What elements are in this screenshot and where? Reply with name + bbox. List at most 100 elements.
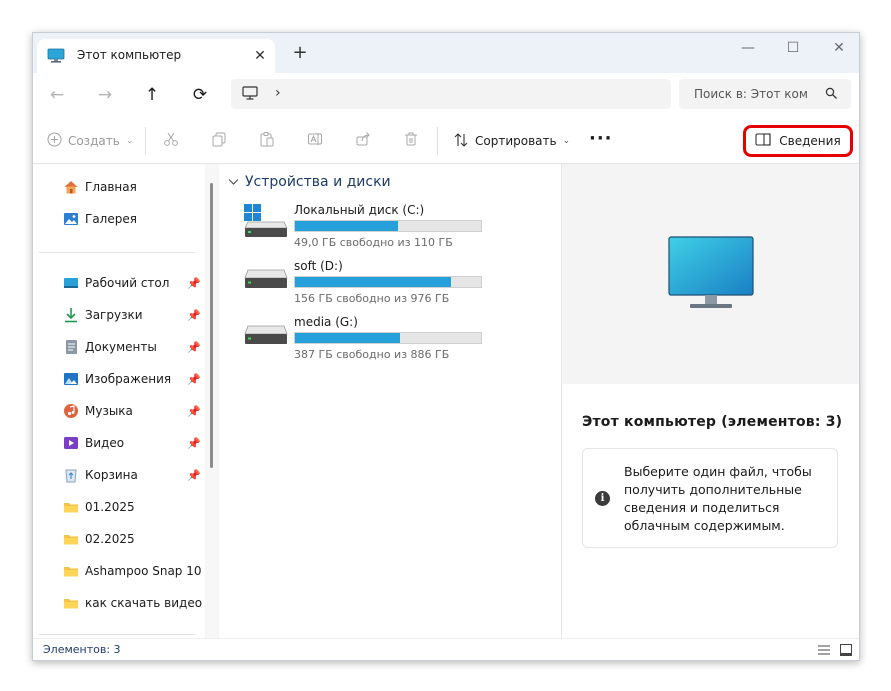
- details-title: Этот компьютер (элементов: 3): [582, 414, 843, 430]
- sidebar-item-label: Загрузки: [85, 308, 143, 322]
- drive-free-space: 156 ГБ свободно из 976 ГБ: [294, 292, 450, 305]
- sidebar-item-documents[interactable]: Документы: [63, 336, 203, 358]
- sidebar-divider: [39, 252, 195, 253]
- close-window-button[interactable]: ✕: [819, 37, 859, 59]
- rename-icon[interactable]: [307, 131, 323, 151]
- home-icon: [63, 179, 79, 195]
- hard-drive-icon: [244, 316, 288, 353]
- recycle-bin-icon: [63, 467, 79, 483]
- breadcrumb-chevron[interactable]: ›: [275, 85, 281, 101]
- pin-icon[interactable]: 📌: [187, 405, 201, 418]
- details-view-icon[interactable]: [817, 643, 831, 657]
- refresh-button[interactable]: ⟳: [186, 81, 214, 109]
- pin-icon[interactable]: 📌: [187, 341, 201, 354]
- drive-item-c[interactable]: Локальный диск (C:) 49,0 ГБ свободно из …: [244, 203, 544, 254]
- new-tab-button[interactable]: +: [288, 41, 312, 65]
- pin-icon[interactable]: 📌: [187, 437, 201, 450]
- sidebar-item-folder[interactable]: 02.2025: [63, 528, 203, 550]
- sidebar-item-music[interactable]: Музыка: [63, 400, 203, 422]
- sidebar-item-folder[interactable]: как скачать видео с ru: [63, 592, 203, 614]
- sidebar-item-folder[interactable]: 01.2025: [63, 496, 203, 518]
- drive-usage-fill: [295, 277, 452, 287]
- folder-icon: [63, 499, 79, 515]
- devices-section-header[interactable]: Устройства и диски: [228, 174, 391, 190]
- sidebar-item-gallery[interactable]: Галерея: [63, 208, 203, 230]
- folder-icon: [63, 563, 79, 579]
- pin-icon[interactable]: 📌: [187, 309, 201, 322]
- sidebar-item-label: Главная: [85, 180, 137, 194]
- title-bar: Этот компьютер ✕ + — ☐ ✕: [33, 33, 859, 73]
- drive-usage-bar: [294, 276, 482, 288]
- sidebar-item-label: Изображения: [85, 372, 172, 386]
- plus-circle-icon: [47, 132, 62, 150]
- tab-close-button[interactable]: ✕: [249, 45, 271, 67]
- sidebar-item-home[interactable]: Главная: [63, 176, 203, 198]
- sidebar-item-pictures[interactable]: Изображения: [63, 368, 203, 390]
- tab-this-pc[interactable]: Этот компьютер ✕: [37, 39, 275, 73]
- sidebar-item-recycle-bin[interactable]: Корзина: [63, 464, 203, 486]
- monitor-icon: [242, 86, 258, 104]
- details-button[interactable]: Сведения: [743, 125, 853, 157]
- drive-usage-bar: [294, 220, 482, 232]
- sidebar-item-folder[interactable]: Ashampoo Snap 10: [63, 560, 203, 582]
- chevron-down-icon: ⌄: [562, 136, 571, 146]
- hard-drive-icon: [244, 260, 288, 297]
- sort-icon: [453, 132, 469, 151]
- pin-icon[interactable]: 📌: [187, 469, 201, 482]
- sidebar-item-label: Музыка: [85, 404, 133, 418]
- sidebar-item-label: как скачать видео с ru: [85, 596, 203, 610]
- drive-item-d[interactable]: soft (D:) 156 ГБ свободно из 976 ГБ: [244, 259, 544, 310]
- more-options-button[interactable]: ···: [589, 128, 613, 149]
- share-icon[interactable]: [355, 131, 371, 151]
- drive-usage-fill: [295, 333, 400, 343]
- sidebar-item-label: Ashampoo Snap 10: [85, 564, 202, 578]
- address-bar[interactable]: ›: [231, 79, 671, 109]
- create-label: Создать: [68, 134, 120, 148]
- pin-icon[interactable]: 📌: [187, 277, 201, 290]
- sidebar-item-downloads[interactable]: Загрузки: [63, 304, 203, 326]
- maximize-button[interactable]: ☐: [773, 37, 813, 59]
- computer-icon: [47, 48, 65, 67]
- sidebar-item-label: 01.2025: [85, 500, 135, 514]
- forward-button[interactable]: →: [91, 81, 119, 109]
- sidebar-item-label: Галерея: [85, 212, 137, 226]
- pictures-icon: [63, 371, 79, 387]
- copy-icon[interactable]: [211, 131, 227, 151]
- sort-label: Сортировать: [475, 134, 557, 148]
- tab-title: Этот компьютер: [77, 48, 182, 62]
- create-button[interactable]: Создать ⌄: [47, 131, 133, 151]
- section-title: Устройства и диски: [245, 174, 391, 190]
- navigation-bar: ← → ↑ ⟳ › Поиск в: Этот ком: [33, 73, 859, 117]
- documents-icon: [63, 339, 79, 355]
- sidebar-item-label: Видео: [85, 436, 125, 450]
- large-computer-icon: [668, 236, 754, 315]
- sidebar-item-label: 02.2025: [85, 532, 135, 546]
- back-button[interactable]: ←: [43, 81, 71, 109]
- drive-item-g[interactable]: media (G:) 387 ГБ свободно из 886 ГБ: [244, 315, 544, 366]
- sidebar-item-desktop[interactable]: Рабочий стол: [63, 272, 203, 294]
- drive-name: media (G:): [294, 315, 358, 329]
- details-info-text: Выберите один файл, чтобы получить допол…: [624, 464, 812, 533]
- large-icons-view-icon[interactable]: [839, 643, 853, 657]
- status-bar: Элементов: 3: [33, 638, 859, 660]
- details-info-card: i Выберите один файл, чтобы получить доп…: [582, 448, 838, 548]
- paste-icon[interactable]: [259, 131, 275, 151]
- search-input[interactable]: Поиск в: Этот ком: [679, 79, 851, 109]
- drive-usage-bar: [294, 332, 482, 344]
- toolbar-divider: [145, 127, 146, 155]
- gallery-icon: [63, 211, 79, 227]
- sort-button[interactable]: Сортировать ⌄: [453, 131, 570, 151]
- item-count: Элементов: 3: [43, 643, 121, 656]
- sidebar-scrollbar-thumb[interactable]: [210, 183, 213, 468]
- sidebar-item-videos[interactable]: Видео: [63, 432, 203, 454]
- minimize-button[interactable]: —: [728, 37, 768, 59]
- music-icon: [63, 403, 79, 419]
- search-placeholder: Поиск в: Этот ком: [694, 87, 808, 101]
- pin-icon[interactable]: 📌: [187, 373, 201, 386]
- delete-icon[interactable]: [403, 131, 419, 151]
- up-button[interactable]: ↑: [138, 81, 166, 109]
- chevron-down-icon: ⌄: [125, 136, 134, 146]
- command-bar: Создать ⌄ Сортировать ⌄ ··· Сведения: [33, 117, 859, 164]
- drive-free-space: 387 ГБ свободно из 886 ГБ: [294, 348, 450, 361]
- cut-icon[interactable]: [163, 131, 179, 151]
